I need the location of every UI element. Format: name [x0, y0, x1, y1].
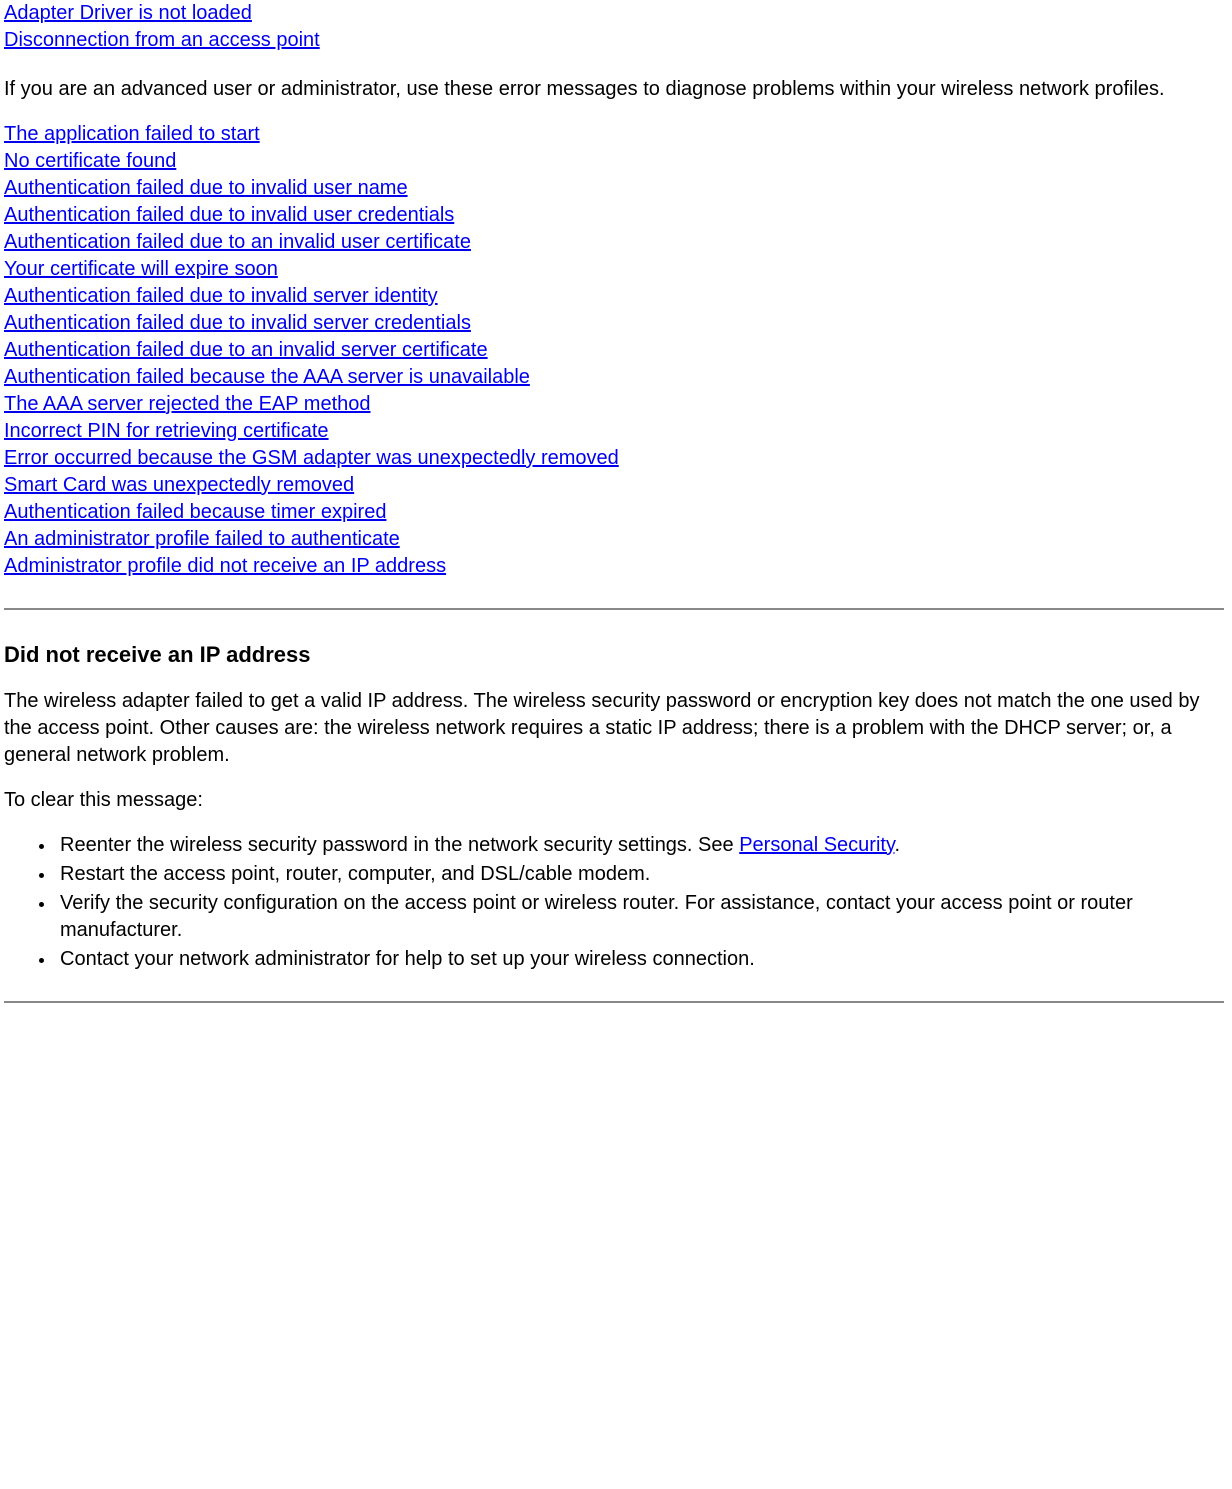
link-admin-profile-no-ip-address[interactable]: Administrator profile did not receive an… [4, 553, 1224, 580]
link-smart-card-unexpectedly-removed[interactable]: Smart Card was unexpectedly removed [4, 472, 1224, 499]
link-certificate-will-expire-soon[interactable]: Your certificate will expire soon [4, 256, 1224, 283]
divider-bottom [4, 1001, 1224, 1003]
list-item: Reenter the wireless security password i… [56, 832, 1224, 859]
link-auth-failed-aaa-server-unavailable[interactable]: Authentication failed because the AAA se… [4, 364, 1224, 391]
link-gsm-adapter-unexpectedly-removed[interactable]: Error occurred because the GSM adapter w… [4, 445, 1224, 472]
link-auth-failed-invalid-user-credentials[interactable]: Authentication failed due to invalid use… [4, 202, 1224, 229]
intro-paragraph: If you are an advanced user or administr… [4, 76, 1224, 103]
list-item-text: Restart the access point, router, comput… [60, 863, 650, 885]
link-auth-failed-invalid-server-certificate[interactable]: Authentication failed due to an invalid … [4, 337, 1224, 364]
link-auth-failed-invalid-server-credentials[interactable]: Authentication failed due to invalid ser… [4, 310, 1224, 337]
error-link-block: The application failed to start No certi… [4, 121, 1224, 580]
link-aaa-server-rejected-eap-method[interactable]: The AAA server rejected the EAP method [4, 391, 1224, 418]
link-auth-failed-invalid-user-name[interactable]: Authentication failed due to invalid use… [4, 175, 1224, 202]
resolution-steps-list: Reenter the wireless security password i… [4, 832, 1224, 973]
link-admin-profile-failed-to-authenticate[interactable]: An administrator profile failed to authe… [4, 526, 1224, 553]
list-item: Verify the security configuration on the… [56, 890, 1224, 944]
section-heading-did-not-receive-ip: Did not receive an IP address [4, 640, 1224, 670]
list-item: Contact your network administrator for h… [56, 946, 1224, 973]
section-paragraph: The wireless adapter failed to get a val… [4, 688, 1224, 769]
link-auth-failed-invalid-user-certificate[interactable]: Authentication failed due to an invalid … [4, 229, 1224, 256]
link-adapter-driver-not-loaded[interactable]: Adapter Driver is not loaded [4, 0, 1224, 27]
list-item-text: Contact your network administrator for h… [60, 948, 755, 970]
list-item-text: Reenter the wireless security password i… [60, 834, 739, 856]
link-auth-failed-invalid-server-identity[interactable]: Authentication failed due to invalid ser… [4, 283, 1224, 310]
link-no-certificate-found[interactable]: No certificate found [4, 148, 1224, 175]
divider-top [4, 608, 1224, 610]
link-personal-security[interactable]: Personal Security [739, 834, 894, 856]
list-item-text: . [894, 834, 900, 856]
list-item-text: Verify the security configuration on the… [60, 892, 1133, 941]
top-link-block: Adapter Driver is not loaded Disconnecti… [4, 0, 1224, 54]
link-disconnection-from-access-point[interactable]: Disconnection from an access point [4, 27, 1224, 54]
section-lead-in: To clear this message: [4, 787, 1224, 814]
link-incorrect-pin-for-retrieving-certificate[interactable]: Incorrect PIN for retrieving certificate [4, 418, 1224, 445]
link-auth-failed-timer-expired[interactable]: Authentication failed because timer expi… [4, 499, 1224, 526]
list-item: Restart the access point, router, comput… [56, 861, 1224, 888]
link-application-failed-to-start[interactable]: The application failed to start [4, 121, 1224, 148]
